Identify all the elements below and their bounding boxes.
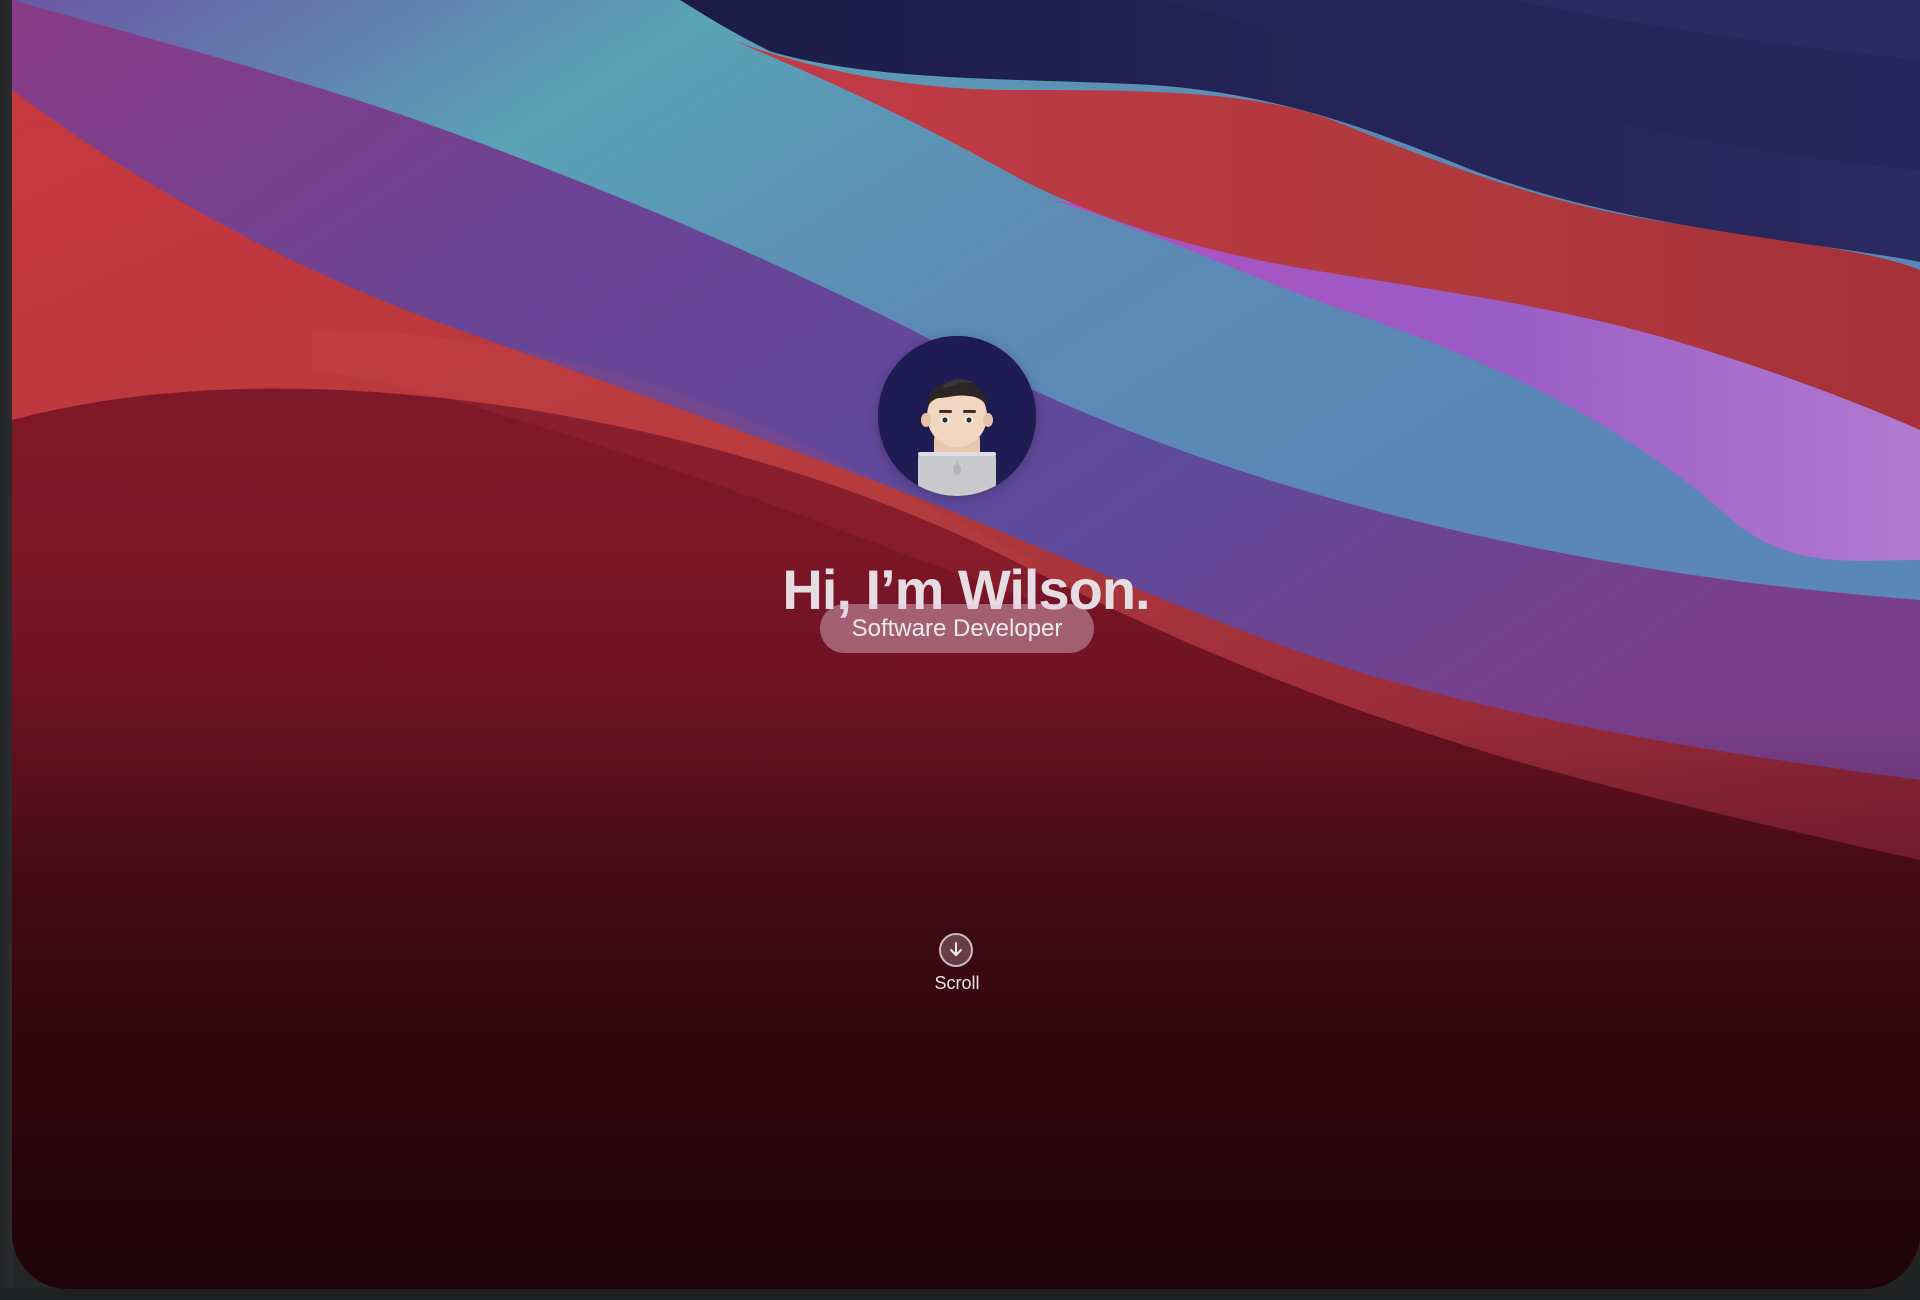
scroll-button[interactable]: Scroll xyxy=(923,930,991,1000)
hero-section: Hi, I’m Wilson. Software Developer Scrol… xyxy=(12,0,1920,1289)
scroll-circle[interactable] xyxy=(939,933,973,967)
window-bottom-strip xyxy=(0,1288,1920,1300)
arrow-down-circle-icon xyxy=(950,942,962,956)
page: Hi, I’m Wilson. Software Developer Scrol… xyxy=(0,0,1920,1300)
scroll-label: Scroll xyxy=(934,973,980,993)
avatar xyxy=(878,336,1036,496)
memoji-avatar-icon xyxy=(878,336,1036,496)
role-badge: Software Developer xyxy=(820,604,1094,653)
